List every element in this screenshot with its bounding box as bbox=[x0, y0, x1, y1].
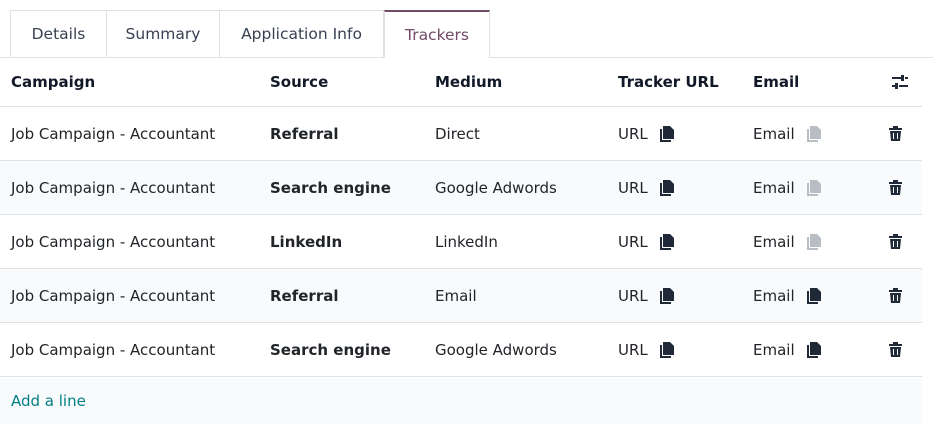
email-label: Email bbox=[753, 232, 795, 251]
column-header-email[interactable]: Email bbox=[753, 58, 799, 106]
tab-summary[interactable]: Summary bbox=[106, 10, 220, 57]
campaign-cell[interactable]: Job Campaign - Accountant bbox=[11, 161, 215, 214]
email-label: Email bbox=[753, 178, 795, 197]
copy-email-icon[interactable] bbox=[806, 233, 821, 250]
source-cell[interactable]: LinkedIn bbox=[270, 215, 342, 268]
copy-email-icon[interactable] bbox=[806, 287, 821, 304]
tracker-url-label: URL bbox=[618, 124, 648, 143]
tracker-url-cell: URL bbox=[618, 215, 674, 268]
source-cell[interactable]: Referral bbox=[270, 269, 338, 322]
email-label: Email bbox=[753, 124, 795, 143]
email-label: Email bbox=[753, 340, 795, 359]
trash-icon[interactable] bbox=[889, 107, 902, 160]
tab-trackers[interactable]: Trackers bbox=[384, 10, 490, 58]
campaign-cell[interactable]: Job Campaign - Accountant bbox=[11, 215, 215, 268]
email-cell: Email bbox=[753, 323, 821, 376]
column-header-campaign[interactable]: Campaign bbox=[11, 58, 95, 106]
tracker-url-cell: URL bbox=[618, 269, 674, 322]
sliders-icon[interactable] bbox=[891, 58, 909, 106]
copy-email-icon[interactable] bbox=[806, 179, 821, 196]
add-a-line-link[interactable]: Add a line bbox=[11, 392, 86, 410]
medium-cell[interactable]: Direct bbox=[435, 107, 480, 160]
campaign-cell[interactable]: Job Campaign - Accountant bbox=[11, 107, 215, 160]
campaign-cell[interactable]: Job Campaign - Accountant bbox=[11, 269, 215, 322]
notebook-tabs: Details Summary Application Info Tracker… bbox=[0, 0, 933, 58]
copy-email-icon[interactable] bbox=[806, 125, 821, 142]
tracker-url-cell: URL bbox=[618, 161, 674, 214]
trash-icon[interactable] bbox=[889, 323, 902, 376]
copy-url-icon[interactable] bbox=[659, 341, 674, 358]
campaign-cell[interactable]: Job Campaign - Accountant bbox=[11, 323, 215, 376]
trash-icon[interactable] bbox=[889, 269, 902, 322]
medium-cell[interactable]: Email bbox=[435, 269, 477, 322]
table-row[interactable]: Job Campaign - Accountant Search engine Go… bbox=[0, 323, 922, 377]
email-cell: Email bbox=[753, 107, 821, 160]
copy-url-icon[interactable] bbox=[659, 287, 674, 304]
table-row[interactable]: Job Campaign - Accountant Referral Email UR… bbox=[0, 269, 922, 323]
tracker-url-label: URL bbox=[618, 232, 648, 251]
source-cell[interactable]: Search engine bbox=[270, 161, 391, 214]
column-header-tracker-url[interactable]: Tracker URL bbox=[618, 58, 719, 106]
tracker-url-label: URL bbox=[618, 178, 648, 197]
tracker-url-cell: URL bbox=[618, 323, 674, 376]
source-cell[interactable]: Search engine bbox=[270, 323, 391, 376]
email-cell: Email bbox=[753, 269, 821, 322]
email-label: Email bbox=[753, 286, 795, 305]
table-row[interactable]: Job Campaign - Accountant Search engine Go… bbox=[0, 161, 922, 215]
tracker-url-label: URL bbox=[618, 340, 648, 359]
trash-icon[interactable] bbox=[889, 161, 902, 214]
column-header-medium[interactable]: Medium bbox=[435, 58, 502, 106]
tracker-url-cell: URL bbox=[618, 107, 674, 160]
table-row[interactable]: Job Campaign - Accountant LinkedIn LinkedI… bbox=[0, 215, 922, 269]
table-row[interactable]: Job Campaign - Accountant Referral Direct U… bbox=[0, 107, 922, 161]
copy-url-icon[interactable] bbox=[659, 233, 674, 250]
tracker-url-label: URL bbox=[618, 286, 648, 305]
add-line-row: Add a line bbox=[0, 379, 922, 424]
medium-cell[interactable]: Google Adwords bbox=[435, 323, 557, 376]
copy-email-icon[interactable] bbox=[806, 341, 821, 358]
column-header-source[interactable]: Source bbox=[270, 58, 328, 106]
tab-application-info[interactable]: Application Info bbox=[219, 10, 384, 57]
medium-cell[interactable]: Google Adwords bbox=[435, 161, 557, 214]
email-cell: Email bbox=[753, 161, 821, 214]
tab-details[interactable]: Details bbox=[10, 10, 107, 57]
source-cell[interactable]: Referral bbox=[270, 107, 338, 160]
medium-cell[interactable]: LinkedIn bbox=[435, 215, 498, 268]
copy-url-icon[interactable] bbox=[659, 179, 674, 196]
email-cell: Email bbox=[753, 215, 821, 268]
trash-icon[interactable] bbox=[889, 215, 902, 268]
copy-url-icon[interactable] bbox=[659, 125, 674, 142]
table-header: Campaign Source Medium Tracker URL Email bbox=[0, 58, 922, 107]
